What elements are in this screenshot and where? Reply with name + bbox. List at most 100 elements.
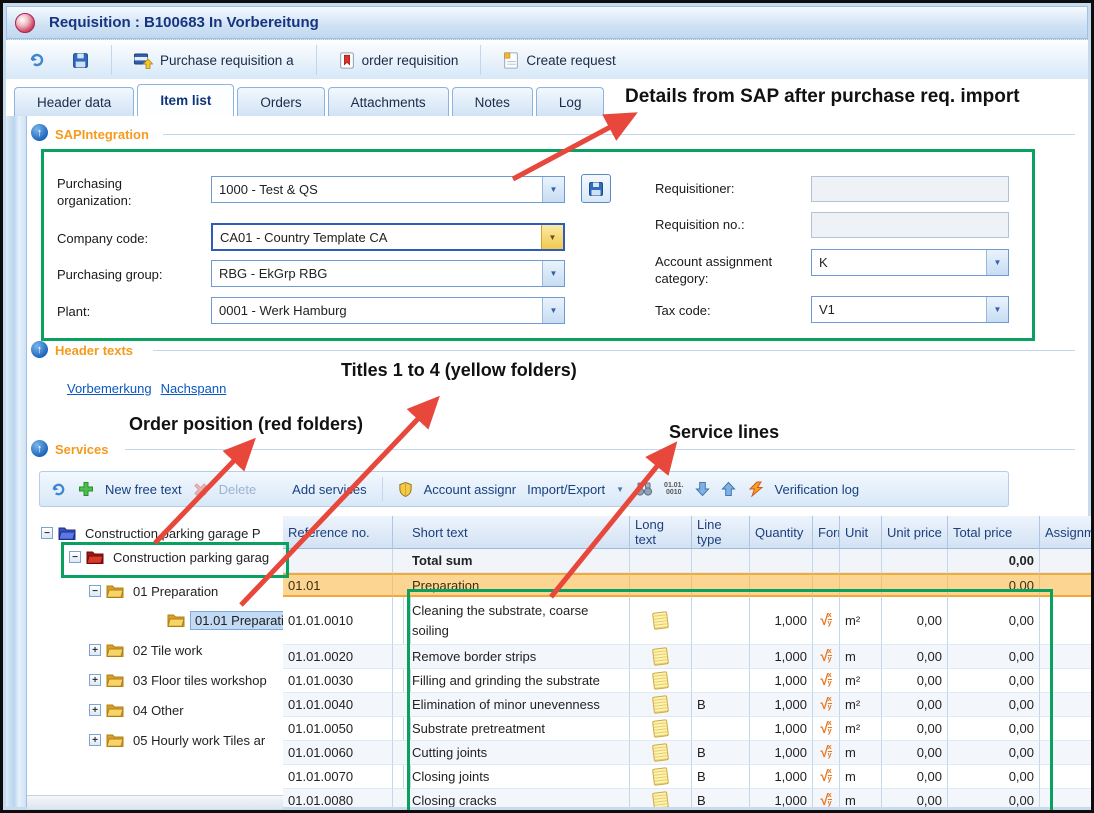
column-quantity[interactable]: Quantity (750, 516, 813, 549)
formula-icon[interactable]: √xy (820, 696, 831, 713)
collapse-section-icon[interactable]: ↑ (31, 124, 48, 141)
selected-group-row[interactable]: 01.01 Preparation 0,00 (283, 573, 1091, 597)
formula-icon[interactable]: √xy (820, 792, 831, 807)
collapse-section-icon[interactable]: ↑ (31, 341, 48, 358)
goto-position-icon[interactable]: 01.01. 0010 (664, 482, 683, 496)
requisition-no-input[interactable] (811, 212, 1009, 238)
column-unit[interactable]: Unit (840, 516, 882, 549)
dropdown-arrow-icon[interactable]: ▼ (541, 225, 563, 249)
formula-icon[interactable]: √xy (820, 648, 831, 665)
table-row[interactable]: 01.01.0040 Elimination of minor unevenne… (283, 693, 1091, 717)
left-splitter[interactable] (6, 116, 27, 807)
purchasing-organization-select[interactable]: 1000 - Test & QS ▼ (211, 176, 565, 203)
tree-expand-icon[interactable]: + (89, 674, 101, 686)
new-free-text-button[interactable]: New free text (105, 482, 182, 497)
tree-item-title-01[interactable]: − 01 Preparation (89, 580, 222, 602)
long-text-note-icon[interactable] (652, 671, 669, 690)
table-row[interactable]: 01.01.0080 Closing cracks B 1,000 √xy m … (283, 789, 1091, 807)
column-short-text[interactable]: Short text (407, 516, 630, 549)
table-row[interactable]: 01.01.0030 Filling and grinding the subs… (283, 669, 1091, 693)
create-request-button[interactable]: Create request (495, 48, 623, 73)
toolbar-separator (111, 45, 112, 75)
tree-item-project[interactable]: − Construction parking garage P (41, 522, 265, 544)
tree-horizontal-scrollbar[interactable] (27, 795, 283, 809)
column-reference[interactable]: Reference no. (283, 516, 393, 549)
move-up-icon[interactable] (721, 481, 736, 497)
collapse-section-icon[interactable]: ↑ (31, 440, 48, 457)
account-assignment-button[interactable]: Account assignr (424, 482, 517, 497)
column-total-price[interactable]: Total price (948, 516, 1040, 549)
dropdown-arrow-icon[interactable]: ▼ (986, 250, 1008, 275)
plant-select[interactable]: 0001 - Werk Hamburg ▼ (211, 297, 565, 324)
tax-code-select[interactable]: V1 ▼ (811, 296, 1009, 323)
tree-item-title-05[interactable]: + 05 Hourly work Tiles ar (89, 729, 269, 751)
add-icon[interactable] (78, 481, 94, 497)
column-long-text[interactable]: Long text (630, 516, 692, 549)
company-code-select[interactable]: CA01 - Country Template CA ▼ (211, 223, 565, 251)
yellow-folder-icon (106, 643, 124, 657)
tab-attachments[interactable]: Attachments (328, 87, 449, 116)
column-form[interactable]: Form (813, 516, 840, 549)
order-requisition-button[interactable]: order requisition (331, 48, 467, 73)
tree-item-order-position[interactable]: − Construction parking garag (69, 546, 273, 568)
long-text-note-icon[interactable] (652, 767, 669, 786)
add-services-button[interactable]: Add services (292, 482, 366, 497)
column-unit-price[interactable]: Unit price (882, 516, 948, 549)
tab-notes[interactable]: Notes (452, 87, 533, 116)
tab-log[interactable]: Log (536, 87, 605, 116)
tree-collapse-icon[interactable]: − (89, 585, 101, 597)
table-row[interactable]: 01.01.0020 Remove border strips 1,000 √x… (283, 645, 1091, 669)
refresh-icon[interactable] (50, 481, 67, 498)
tree-item-title-04[interactable]: + 04 Other (89, 699, 188, 721)
import-export-button[interactable]: Import/Export (527, 482, 605, 497)
requisitioner-input[interactable] (811, 176, 1009, 202)
long-text-note-icon[interactable] (652, 743, 669, 762)
tree-expand-icon[interactable]: + (89, 734, 101, 746)
long-text-note-icon[interactable] (652, 695, 669, 714)
link-nachspann[interactable]: Nachspann (161, 381, 227, 396)
label-account-assignment-category: Account assignment category: (655, 253, 815, 287)
tab-orders[interactable]: Orders (237, 87, 324, 116)
long-text-note-icon[interactable] (652, 647, 669, 666)
tree-item-title-02[interactable]: + 02 Tile work (89, 639, 206, 661)
verification-log-button[interactable]: Verification log (775, 482, 860, 497)
table-row[interactable]: 01.01.0050 Substrate pretreatment 1,000 … (283, 717, 1091, 741)
long-text-note-icon[interactable] (652, 719, 669, 738)
formula-icon[interactable]: √xy (820, 768, 831, 785)
save-button[interactable] (64, 48, 97, 73)
table-row[interactable]: 01.01.0060 Cutting joints B 1,000 √xy m … (283, 741, 1091, 765)
delete-button[interactable]: Delete (219, 482, 257, 497)
purchasing-group-select[interactable]: RBG - EkGrp RBG ▼ (211, 260, 565, 287)
dropdown-arrow-icon[interactable]: ▼ (542, 177, 564, 202)
chevron-down-icon[interactable]: ▼ (616, 485, 624, 494)
dropdown-arrow-icon[interactable]: ▼ (542, 298, 564, 323)
tree-collapse-icon[interactable]: − (69, 551, 81, 563)
tree-item-title-03[interactable]: + 03 Floor tiles workshop (89, 669, 271, 691)
move-down-icon[interactable] (695, 481, 710, 497)
table-row[interactable]: 01.01.0010 Cleaning the substrate, coars… (283, 597, 1091, 645)
column-assignment[interactable]: Assignment (1040, 516, 1091, 549)
formula-icon[interactable]: √xy (820, 612, 831, 629)
dropdown-arrow-icon[interactable]: ▼ (986, 297, 1008, 322)
account-assignment-category-select[interactable]: K ▼ (811, 249, 1009, 276)
formula-icon[interactable]: √xy (820, 720, 831, 737)
tree-collapse-icon[interactable]: − (41, 527, 53, 539)
purchase-requisition-button[interactable]: Purchase requisition a (126, 48, 302, 73)
refresh-button[interactable] (20, 47, 54, 73)
dropdown-arrow-icon[interactable]: ▼ (542, 261, 564, 286)
search-binoculars-icon[interactable] (635, 482, 653, 496)
tree-expand-icon[interactable]: + (89, 644, 101, 656)
save-sap-data-button[interactable] (581, 174, 611, 203)
tab-item-list[interactable]: Item list (137, 84, 234, 117)
tab-header-data[interactable]: Header data (14, 87, 134, 116)
formula-icon[interactable]: √xy (820, 672, 831, 689)
long-text-note-icon[interactable] (652, 791, 669, 807)
formula-icon[interactable]: √xy (820, 744, 831, 761)
long-text-note-icon[interactable] (652, 611, 669, 630)
table-row[interactable]: 01.01.0070 Closing joints B 1,000 √xy m … (283, 765, 1091, 789)
tree-expand-icon[interactable]: + (89, 704, 101, 716)
tree-item-title-01-01[interactable]: 01.01 Preparation (167, 609, 285, 631)
account-shield-icon (398, 481, 413, 498)
link-vorbemerkung[interactable]: Vorbemerkung (67, 381, 152, 396)
column-line-type[interactable]: Line type (692, 516, 750, 549)
